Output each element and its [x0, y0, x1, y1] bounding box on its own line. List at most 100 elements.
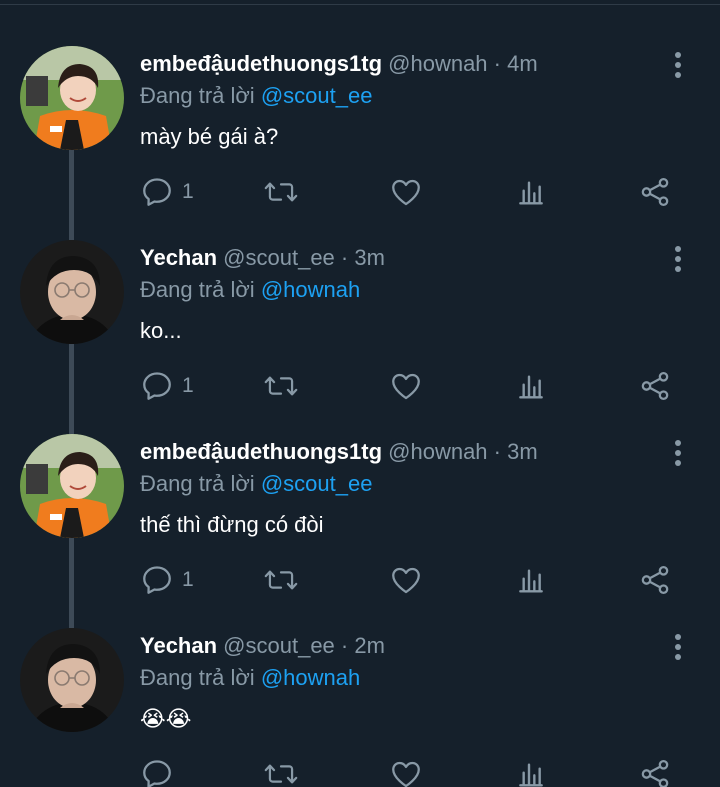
avatar[interactable]: [20, 240, 124, 344]
display-name[interactable]: Yechan: [140, 633, 217, 658]
tweet-text: 😭😭: [140, 706, 192, 731]
reply-count: 1: [182, 374, 194, 397]
replying-to-line: Đang trả lời @hownah: [140, 664, 360, 692]
more-options-button[interactable]: [664, 438, 692, 468]
tweet-header: embeđậudethuongs1tg @hownah · 3m: [140, 438, 538, 466]
analytics-button[interactable]: [515, 756, 547, 787]
avatar-orange-jersey-icon: [20, 46, 124, 150]
thread-connector-line: [69, 150, 74, 240]
avatar-glasses-dark-icon: [20, 628, 124, 732]
display-name[interactable]: embeđậudethuongs1tg: [140, 51, 382, 76]
tweet-text: ko...: [140, 318, 182, 343]
timestamp[interactable]: 3m: [507, 439, 538, 464]
reply-thread: embeđậudethuongs1tg @hownah · 4m Đang tr…: [0, 0, 720, 787]
separator-dot: ·: [340, 245, 349, 270]
retweet-button[interactable]: [263, 368, 299, 404]
share-button[interactable]: [638, 368, 672, 404]
tweet[interactable]: Yechan @scout_ee · 3m Đang trả lời @hown…: [0, 208, 720, 402]
like-button[interactable]: [389, 562, 423, 598]
analytics-button[interactable]: [515, 174, 547, 210]
heart-icon: [392, 179, 420, 206]
replying-to-label: Đang trả lời: [140, 665, 255, 690]
share-button[interactable]: [638, 756, 672, 787]
retweet-icon: [264, 182, 298, 202]
replying-to-mention[interactable]: @scout_ee: [261, 471, 373, 496]
like-button[interactable]: [389, 756, 423, 787]
avatar[interactable]: [20, 434, 124, 538]
retweet-button[interactable]: [263, 756, 299, 787]
share-button[interactable]: [638, 562, 672, 598]
share-icon: [641, 177, 669, 207]
retweet-icon: [264, 570, 298, 590]
replying-to-mention[interactable]: @hownah: [261, 665, 360, 690]
avatar-glasses-dark-icon: [20, 240, 124, 344]
more-vertical-icon: [675, 634, 681, 660]
tweet[interactable]: embeđậudethuongs1tg @hownah · 4m Đang tr…: [0, 14, 720, 208]
replying-to-label: Đang trả lời: [140, 277, 255, 302]
thread-connector-line: [69, 344, 74, 434]
reply-button[interactable]: 1: [140, 368, 194, 404]
tweet-header: Yechan @scout_ee · 2m: [140, 632, 385, 660]
reply-icon: [143, 178, 171, 206]
display-name[interactable]: embeđậudethuongs1tg: [140, 439, 382, 464]
replying-to-mention[interactable]: @hownah: [261, 277, 360, 302]
reply-icon: [143, 566, 171, 594]
replying-to-mention[interactable]: @scout_ee: [261, 83, 373, 108]
analytics-button[interactable]: [515, 368, 547, 404]
separator-dot: ·: [493, 439, 501, 464]
replying-to-label: Đang trả lời: [140, 83, 255, 108]
analytics-icon: [519, 375, 543, 399]
separator-dot: ·: [340, 633, 349, 658]
tweet-actions: [0, 756, 720, 787]
more-vertical-icon: [675, 440, 681, 466]
more-options-button[interactable]: [664, 632, 692, 662]
avatar-orange-jersey-icon: [20, 434, 124, 538]
reply-icon: [143, 372, 171, 400]
like-button[interactable]: [389, 368, 423, 404]
tweet-actions: 1: [0, 562, 720, 598]
reply-count: 1: [182, 568, 194, 591]
timestamp[interactable]: 4m: [507, 51, 538, 76]
analytics-icon: [519, 763, 543, 787]
analytics-icon: [519, 181, 543, 205]
more-options-button[interactable]: [664, 50, 692, 80]
tweet-text: thế thì đừng có đòi: [140, 512, 324, 537]
timestamp[interactable]: 2m: [354, 633, 385, 658]
tweet-text: mày bé gái à?: [140, 124, 279, 149]
tweet-header: Yechan @scout_ee · 3m: [140, 244, 385, 272]
user-handle[interactable]: @hownah: [388, 439, 487, 464]
replying-to-line: Đang trả lời @scout_ee: [140, 82, 372, 110]
tweet[interactable]: Yechan @scout_ee · 2m Đang trả lời @hown…: [0, 596, 720, 787]
tweet-actions: 1: [0, 174, 720, 210]
timestamp[interactable]: 3m: [354, 245, 385, 270]
tweet-header: embeđậudethuongs1tg @hownah · 4m: [140, 50, 538, 78]
tweet-actions: 1: [0, 368, 720, 404]
replying-to-line: Đang trả lời @scout_ee: [140, 470, 372, 498]
user-handle[interactable]: @hownah: [388, 51, 487, 76]
user-handle[interactable]: @scout_ee: [223, 245, 335, 270]
separator-dot: ·: [493, 51, 501, 76]
thread-connector-line: [69, 538, 74, 628]
analytics-button[interactable]: [515, 562, 547, 598]
reply-button[interactable]: [140, 756, 182, 787]
reply-button[interactable]: 1: [140, 174, 194, 210]
user-handle[interactable]: @scout_ee: [223, 633, 335, 658]
heart-icon: [392, 373, 420, 400]
more-vertical-icon: [675, 52, 681, 78]
avatar[interactable]: [20, 46, 124, 150]
retweet-button[interactable]: [263, 174, 299, 210]
like-button[interactable]: [389, 174, 423, 210]
avatar[interactable]: [20, 628, 124, 732]
reply-count: 1: [182, 180, 194, 203]
heart-icon: [392, 761, 420, 787]
reply-button[interactable]: 1: [140, 562, 194, 598]
share-button[interactable]: [638, 174, 672, 210]
display-name[interactable]: Yechan: [140, 245, 217, 270]
reply-icon: [143, 760, 171, 787]
analytics-icon: [519, 569, 543, 593]
share-icon: [641, 565, 669, 595]
share-icon: [641, 759, 669, 787]
more-options-button[interactable]: [664, 244, 692, 274]
retweet-button[interactable]: [263, 562, 299, 598]
tweet[interactable]: embeđậudethuongs1tg @hownah · 3m Đang tr…: [0, 402, 720, 596]
